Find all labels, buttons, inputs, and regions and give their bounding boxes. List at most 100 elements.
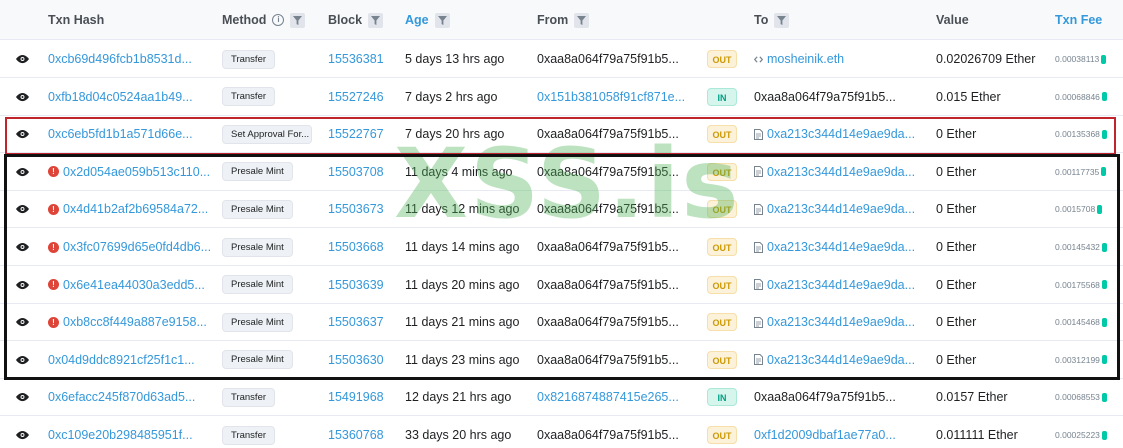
fee-indicator-icon[interactable] [1101, 430, 1107, 440]
filter-icon[interactable] [290, 12, 306, 28]
txn-hash-link[interactable]: 0xc6eb5fd1b1a571d66e... [48, 115, 220, 153]
txn-hash-link[interactable]: ! 0x4d41b2af2b69584a72... [48, 190, 220, 228]
fee-indicator-icon[interactable] [1101, 92, 1107, 102]
eye-icon[interactable] [16, 153, 32, 191]
txn-hash-text[interactable]: 0x2d054ae059b513c110... [63, 165, 210, 179]
to-address[interactable]: 0xa213c344d14e9ae9da... [754, 228, 919, 266]
eye-icon[interactable] [16, 303, 32, 341]
to-address[interactable]: 0xa213c344d14e9ae9da... [754, 115, 919, 153]
block-link[interactable]: 15503639 [328, 266, 398, 304]
to-address: 0xaa8a064f79a75f91b5... [754, 78, 919, 116]
fee-indicator-icon[interactable] [1101, 129, 1107, 139]
eye-icon[interactable] [16, 378, 32, 416]
txn-hash-text[interactable]: 0x3fc07699d65e0fd4db6... [63, 240, 211, 254]
block-link[interactable]: 15503673 [328, 190, 398, 228]
info-icon[interactable]: i [272, 14, 285, 26]
txn-hash-link[interactable]: 0xfb18d04c0524aa1b49... [48, 78, 220, 116]
txn-hash-link[interactable]: 0xcb69d496fcb1b8531d... [48, 40, 220, 78]
header-txn-fee-label[interactable]: Txn Fee [1055, 0, 1102, 40]
txn-hash-text[interactable]: 0x04d9ddc8921cf25f1c1... [48, 353, 195, 367]
txn-hash-link[interactable]: ! 0x3fc07699d65e0fd4db6... [48, 228, 220, 266]
fee-indicator-icon[interactable] [1101, 242, 1107, 252]
from-address[interactable]: 0x8216874887415e265... [537, 378, 687, 416]
to-address-text[interactable]: 0xa213c344d14e9ae9da... [767, 353, 915, 367]
txn-hash-text[interactable]: 0xc6eb5fd1b1a571d66e... [48, 127, 193, 141]
fee-text: 0.00145468 [1055, 317, 1100, 328]
to-address-text[interactable]: 0xa213c344d14e9ae9da... [767, 240, 915, 254]
filter-icon[interactable] [574, 12, 590, 28]
direction-cell: IN [706, 378, 738, 416]
to-address-text[interactable]: mosheinik.eth [767, 52, 844, 66]
fee-indicator-icon[interactable] [1101, 355, 1107, 365]
txn-hash-text[interactable]: 0x4d41b2af2b69584a72... [63, 202, 208, 216]
fee-text: 0.00175568 [1055, 279, 1100, 290]
to-address[interactable]: 0xa213c344d14e9ae9da... [754, 153, 919, 191]
filter-icon[interactable] [368, 12, 384, 28]
block-link[interactable]: 15527246 [328, 78, 398, 116]
to-address-text[interactable]: 0xa213c344d14e9ae9da... [767, 202, 915, 216]
fee-cell: 0.00145468 [1055, 303, 1117, 341]
eye-icon[interactable] [16, 78, 32, 116]
fee-indicator-icon[interactable] [1097, 204, 1103, 214]
to-address[interactable]: mosheinik.eth [754, 40, 919, 78]
to-address-text[interactable]: 0xa213c344d14e9ae9da... [767, 127, 915, 141]
txn-hash-text[interactable]: 0xc109e20b298485951f... [48, 428, 193, 442]
to-address-text[interactable]: 0xa213c344d14e9ae9da... [767, 278, 915, 292]
txn-hash-link[interactable]: ! 0xb8cc8f449a887e9158... [48, 303, 220, 341]
method-badge: Transfer [222, 49, 276, 69]
from-address[interactable]: 0x151b381058f91cf871e... [537, 78, 687, 116]
to-address-text[interactable]: 0xa213c344d14e9ae9da... [767, 315, 915, 329]
block-link[interactable]: 15536381 [328, 40, 398, 78]
to-address[interactable]: 0xa213c344d14e9ae9da... [754, 190, 919, 228]
block-link[interactable]: 15503637 [328, 303, 398, 341]
txn-hash-text[interactable]: 0xcb69d496fcb1b8531d... [48, 52, 192, 66]
block-link[interactable]: 15491968 [328, 378, 398, 416]
eye-icon[interactable] [16, 341, 32, 379]
filter-icon[interactable] [774, 12, 790, 28]
fee-indicator-icon[interactable] [1101, 392, 1107, 402]
eye-icon[interactable] [16, 115, 32, 153]
to-address-text[interactable]: 0xa213c344d14e9ae9da... [767, 165, 915, 179]
header-to-label: To [754, 13, 769, 27]
to-address[interactable]: 0xa213c344d14e9ae9da... [754, 266, 919, 304]
method-cell: Transfer [222, 416, 314, 448]
block-link[interactable]: 15503630 [328, 341, 398, 379]
contract-icon [754, 354, 764, 366]
block-link[interactable]: 15360768 [328, 416, 398, 448]
block-link[interactable]: 15522767 [328, 115, 398, 153]
txn-hash-text[interactable]: 0x6e41ea44030a3edd5... [63, 278, 205, 292]
age-text: 33 days 20 hrs ago [405, 428, 512, 442]
txn-hash-text[interactable]: 0xb8cc8f449a887e9158... [63, 315, 207, 329]
block-link[interactable]: 15503708 [328, 153, 398, 191]
direction-cell: OUT [706, 303, 738, 341]
to-address-text[interactable]: 0xf1d2009dbaf1ae77a0... [754, 428, 896, 442]
fee-indicator-icon[interactable] [1101, 317, 1107, 327]
txn-hash-link[interactable]: 0x6efacc245f870d63ad5... [48, 378, 220, 416]
fee-indicator-icon[interactable] [1101, 280, 1107, 290]
from-address: 0xaa8a064f79a75f91b5... [537, 240, 679, 254]
direction-cell: OUT [706, 153, 738, 191]
eye-icon[interactable] [16, 416, 32, 448]
fee-indicator-icon[interactable] [1101, 54, 1107, 64]
to-address[interactable]: 0xa213c344d14e9ae9da... [754, 341, 919, 379]
eye-icon[interactable] [16, 190, 32, 228]
txn-hash-link[interactable]: 0x04d9ddc8921cf25f1c1... [48, 341, 220, 379]
eye-icon[interactable] [16, 228, 32, 266]
txn-hash-text[interactable]: 0x6efacc245f870d63ad5... [48, 390, 195, 404]
to-address[interactable]: 0xa213c344d14e9ae9da... [754, 303, 919, 341]
txn-hash-link[interactable]: 0xc109e20b298485951f... [48, 416, 220, 448]
to-address[interactable]: 0xf1d2009dbaf1ae77a0... [754, 416, 919, 448]
eye-icon[interactable] [16, 266, 32, 304]
txn-hash-text[interactable]: 0xfb18d04c0524aa1b49... [48, 90, 193, 104]
header-age[interactable]: Age [405, 0, 450, 40]
txn-hash-link[interactable]: ! 0x2d054ae059b513c110... [48, 153, 220, 191]
fee-indicator-icon[interactable] [1101, 167, 1107, 177]
header-age-label[interactable]: Age [405, 0, 429, 40]
eye-icon[interactable] [16, 40, 32, 78]
block-link[interactable]: 15503668 [328, 228, 398, 266]
filter-icon[interactable] [434, 12, 450, 28]
method-cell: Presale Mint [222, 153, 314, 191]
header-txn-fee[interactable]: Txn Fee [1055, 0, 1102, 40]
direction-badge: OUT [707, 238, 737, 256]
txn-hash-link[interactable]: ! 0x6e41ea44030a3edd5... [48, 266, 220, 304]
